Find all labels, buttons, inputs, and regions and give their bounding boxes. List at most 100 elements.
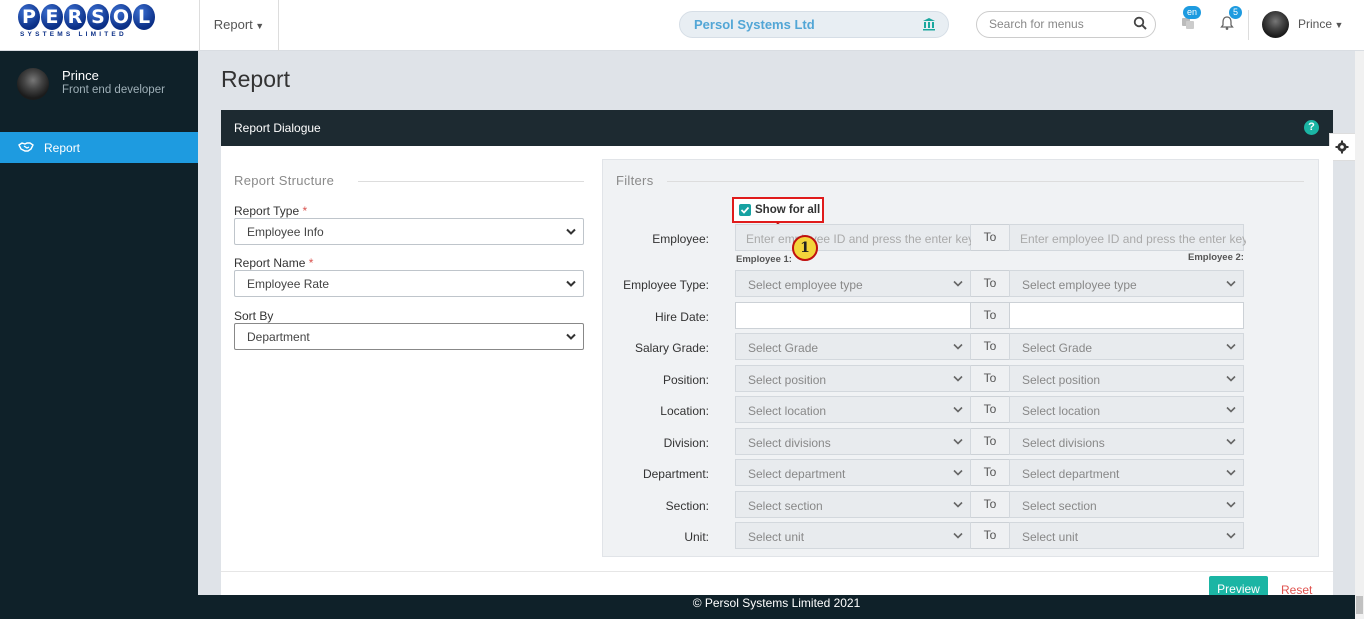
location-to-select[interactable]: Select location [1009, 396, 1244, 423]
bank-icon [922, 17, 936, 34]
sidebar-item-report[interactable]: Report [0, 132, 198, 163]
report-type-select[interactable]: Employee Info [234, 218, 584, 245]
position-to-select[interactable]: Select position [1009, 365, 1244, 392]
help-icon[interactable]: ? [1304, 120, 1319, 135]
chevron-down-icon [953, 501, 963, 508]
employee-type-to-select[interactable]: Select employee type [1009, 270, 1244, 297]
chevron-down-icon [953, 406, 963, 413]
search-icon[interactable] [1133, 16, 1147, 30]
employee-1-input[interactable]: Enter employee ID and press the enter ke… [735, 224, 972, 251]
sidebar-user-role: Front end developer [62, 84, 165, 96]
report-name-select[interactable]: Employee Rate [234, 270, 584, 297]
user-avatar[interactable] [1262, 11, 1289, 38]
to-label: To [971, 333, 1009, 360]
unit-label: Unit: [684, 530, 709, 544]
chevron-down-icon [1226, 406, 1236, 413]
divider [667, 181, 1304, 182]
caret-down-icon: ▼ [252, 21, 265, 31]
chevron-down-icon [953, 280, 963, 287]
employee-2-input[interactable]: Enter employee ID and press the enter ke… [1009, 224, 1246, 251]
select-placeholder: Select divisions [1022, 436, 1105, 450]
hire-date-from-input[interactable] [735, 302, 971, 329]
logo-letter: E [41, 4, 63, 30]
chevron-down-icon [1226, 438, 1236, 445]
checkbox-checked[interactable] [739, 204, 751, 216]
chevron-down-icon [953, 343, 963, 350]
user-menu[interactable]: Prince ▼ [1298, 17, 1343, 31]
step-callout-badge: 1 [792, 235, 818, 261]
logo-letter: R [64, 4, 86, 30]
section-label: Section: [665, 499, 709, 513]
logo-letter: S [87, 4, 109, 30]
select-placeholder: Select position [748, 373, 827, 387]
sidebar-user-name: Prince [62, 68, 99, 83]
report-name-label: Report Name * [234, 256, 314, 270]
gear-icon [1335, 140, 1349, 154]
sidebar: Prince Front end developer Report [0, 51, 198, 619]
sort-by-select[interactable]: Department [234, 323, 584, 350]
report-dialogue-header: Report Dialogue ? [221, 110, 1333, 146]
position-from-select[interactable]: Select position [735, 365, 971, 392]
menu-search[interactable] [976, 11, 1156, 38]
chevron-down-icon [953, 375, 963, 382]
page-scrollbar[interactable] [1355, 51, 1364, 619]
language-badge[interactable]: en [1183, 6, 1202, 19]
copyright-text: © Persol Systems Limited 2021 [692, 596, 861, 610]
employee-type-from-select[interactable]: Select employee type [735, 270, 971, 297]
footer: © Persol Systems Limited 2021 [198, 595, 1355, 619]
section-to-select[interactable]: Select section [1009, 491, 1244, 518]
division-to-select[interactable]: Select divisions [1009, 428, 1244, 455]
section-from-select[interactable]: Select section [735, 491, 971, 518]
user-name: Prince [1298, 17, 1333, 31]
sidebar-item-label: Report [44, 141, 81, 155]
unit-to-select[interactable]: Select unit [1009, 522, 1244, 549]
employee-label: Employee: [652, 232, 709, 246]
notification-count-badge[interactable]: 5 [1229, 6, 1243, 19]
to-label: To [971, 302, 1009, 329]
panel-title: Report Dialogue [234, 121, 321, 135]
divider [221, 571, 1333, 572]
chevron-down-icon [953, 532, 963, 539]
salary-grade-to-select[interactable]: Select Grade [1009, 333, 1244, 360]
chevron-down-icon [566, 228, 576, 235]
salary-grade-from-select[interactable]: Select Grade [735, 333, 971, 360]
employee-type-label: Employee Type: [623, 278, 709, 292]
select-placeholder: Select Grade [748, 341, 819, 355]
to-label: To [971, 491, 1009, 518]
to-label: To [971, 428, 1009, 455]
chevron-down-icon [1226, 501, 1236, 508]
select-placeholder: Select department [748, 467, 846, 481]
chevron-down-icon [1226, 280, 1236, 287]
unit-from-select[interactable]: Select unit [735, 522, 971, 549]
select-placeholder: Select employee type [1022, 278, 1137, 292]
department-from-select[interactable]: Select department [735, 459, 971, 486]
select-placeholder: Select employee type [748, 278, 863, 292]
division-label: Division: [663, 436, 709, 450]
location-from-select[interactable]: Select location [735, 396, 971, 423]
show-for-all-label: Show for all [755, 204, 821, 216]
division-from-select[interactable]: Select divisions [735, 428, 971, 455]
select-placeholder: Select section [1022, 499, 1097, 513]
chevron-down-icon [566, 280, 576, 287]
logo-letter: O [110, 4, 132, 30]
company-selector[interactable]: Persol Systems Ltd [679, 11, 949, 38]
chevron-down-icon [1226, 375, 1236, 382]
employee-2-placeholder: Enter employee ID and press the enter ke… [1020, 232, 1246, 246]
department-to-select[interactable]: Select department [1009, 459, 1244, 486]
to-label: To [971, 396, 1009, 423]
sort-by-label: Sort By [234, 309, 274, 323]
report-type-label: Report Type * [234, 204, 308, 218]
report-menu-dropdown[interactable]: Report ▼ [199, 0, 279, 51]
search-input[interactable] [989, 17, 1129, 31]
select-placeholder: Select unit [1022, 530, 1079, 544]
persol-logo[interactable]: P E R S O L SYSTEMS LIMITED [18, 4, 178, 40]
scrollbar-thumb[interactable] [1356, 596, 1363, 614]
filters-title: Filters [616, 173, 654, 188]
logo-letter: P [18, 4, 40, 30]
hire-date-label: Hire Date: [654, 310, 709, 324]
report-name-value: Employee Rate [247, 277, 330, 291]
hire-date-to-input[interactable] [1009, 302, 1244, 329]
to-label: To [971, 522, 1009, 549]
select-placeholder: Select Grade [1022, 341, 1093, 355]
report-type-value: Employee Info [247, 225, 324, 239]
